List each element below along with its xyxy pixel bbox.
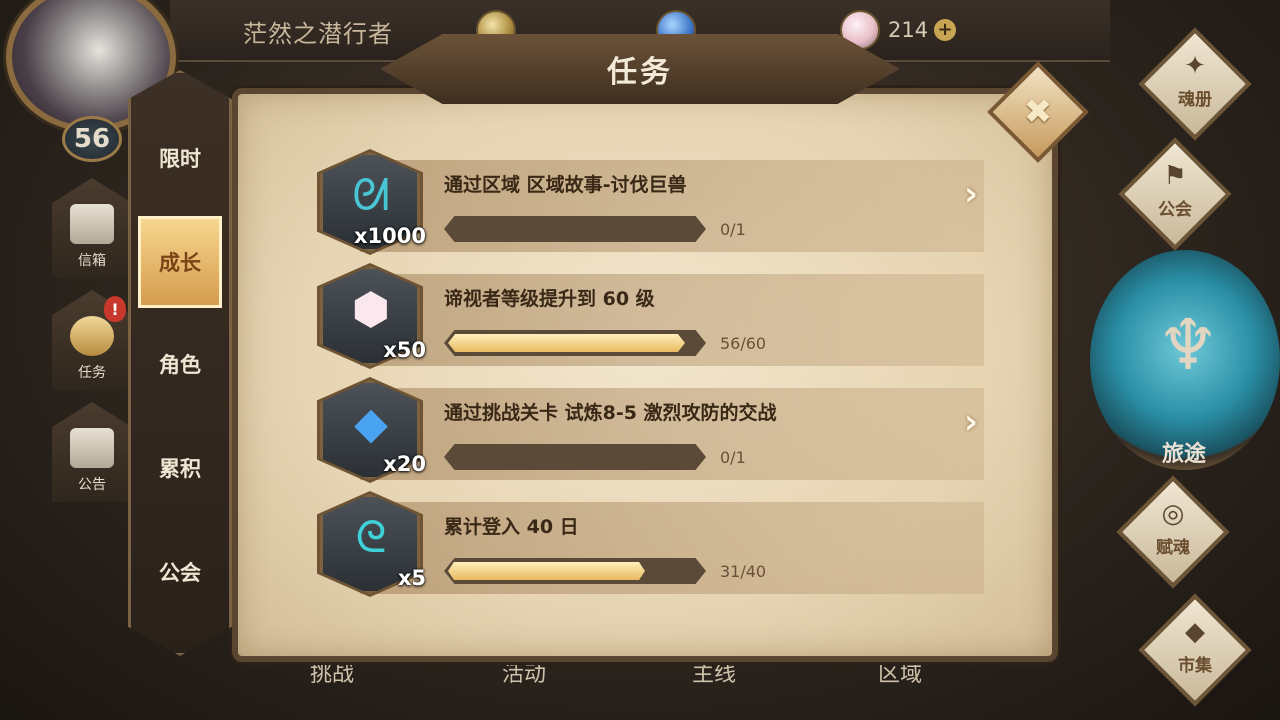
quests-label: 任务	[78, 365, 106, 381]
quest-row[interactable]: ⬢ x50 谛视者等级提升到 60 级 56/60	[317, 263, 984, 369]
market-label: 市集	[1178, 655, 1212, 676]
guild-button[interactable]: ⚑ 公会	[1118, 137, 1232, 251]
tab-character[interactable]: 角色	[128, 324, 232, 404]
quest-progress-bar	[444, 216, 706, 242]
quest-title: 谛视者等级提升到 60 级	[444, 288, 655, 310]
reward-quantity: x5	[397, 566, 426, 590]
tab-growth[interactable]: 成长	[138, 216, 222, 308]
quest-title: 通过挑战关卡 试炼8-5 激烈攻防的交战	[444, 402, 777, 424]
crystal-currency[interactable]: 214 +	[840, 10, 957, 50]
market-icon: ◆	[1185, 616, 1205, 647]
quest-row[interactable]: ᘓ x5 累计登入 40 日 31/40	[317, 491, 984, 597]
close-icon[interactable]: ✖	[1002, 76, 1074, 148]
notice-label: 公告	[78, 477, 106, 493]
go-arrow-icon[interactable]: ›	[964, 174, 978, 214]
crystal-gem-icon: ⬢	[351, 283, 391, 335]
quest-progress-bar	[444, 558, 706, 584]
soulbook-label: 魂册	[1178, 89, 1212, 110]
mailbox-label: 信箱	[78, 253, 106, 269]
notice-button[interactable]: 公告	[52, 402, 132, 502]
reward-quantity: x1000	[354, 224, 426, 248]
dialog-title-plate: 任务	[380, 34, 900, 104]
quest-shield-icon	[70, 316, 114, 356]
market-button[interactable]: ◆ 市集	[1138, 593, 1252, 707]
reward-quantity: x50	[383, 338, 426, 362]
talent-icon: ◎	[1161, 498, 1185, 529]
teal-rune-icon: ᘛ	[352, 169, 390, 221]
quest-progress-text: 31/40	[720, 562, 767, 581]
journey-emblem-icon: ♆	[1156, 304, 1220, 386]
quest-progress-fill	[448, 334, 685, 352]
quest-progress-bar	[444, 330, 706, 356]
tab-limited[interactable]: 限时	[128, 118, 232, 198]
add-crystal-button[interactable]: +	[934, 19, 957, 41]
quest-progress-text: 56/60	[720, 334, 767, 353]
reward-quantity: x20	[383, 452, 426, 476]
quest-progress-text: 0/1	[720, 448, 746, 467]
quest-title: 累计登入 40 日	[444, 516, 579, 538]
guild-icon: ⚑	[1163, 160, 1187, 191]
go-arrow-icon[interactable]: ›	[964, 402, 978, 442]
quest-row[interactable]: ᘛ x1000 通过区域 区域故事-讨伐巨兽 0/1 ›	[317, 149, 984, 255]
soulbook-button[interactable]: ✦ 魂册	[1138, 27, 1252, 141]
quest-progress-fill	[448, 562, 645, 580]
mailbox-button[interactable]: 信箱	[52, 178, 132, 278]
quest-alert-badge: !	[104, 296, 126, 322]
teal-swirl-icon: ᘓ	[355, 511, 387, 563]
journey-label: 旅途	[1162, 442, 1207, 467]
blue-crystal-icon: ◆	[354, 397, 388, 449]
quest-progress-text: 0/1	[720, 220, 746, 239]
tab-cumulative[interactable]: 累积	[128, 428, 232, 508]
guild-label: 公会	[1158, 199, 1192, 220]
player-level-badge: 56	[62, 116, 122, 162]
talent-button[interactable]: ◎ 赋魂	[1116, 475, 1230, 589]
talent-label: 赋魂	[1156, 537, 1190, 558]
quest-row[interactable]: ◆ x20 通过挑战关卡 试炼8-5 激烈攻防的交战 0/1 ›	[317, 377, 984, 483]
player-name: 茫然之潜行者	[243, 20, 393, 48]
dialog-title: 任务	[607, 55, 673, 90]
quest-title: 通过区域 区域故事-讨伐巨兽	[444, 174, 687, 196]
tab-guild[interactable]: 公会	[128, 532, 232, 612]
notice-board-icon	[70, 428, 114, 468]
crystal-amount: 214	[888, 18, 929, 42]
envelope-icon	[70, 204, 114, 244]
quest-progress-bar	[444, 444, 706, 470]
soulbook-icon: ✦	[1184, 50, 1206, 81]
